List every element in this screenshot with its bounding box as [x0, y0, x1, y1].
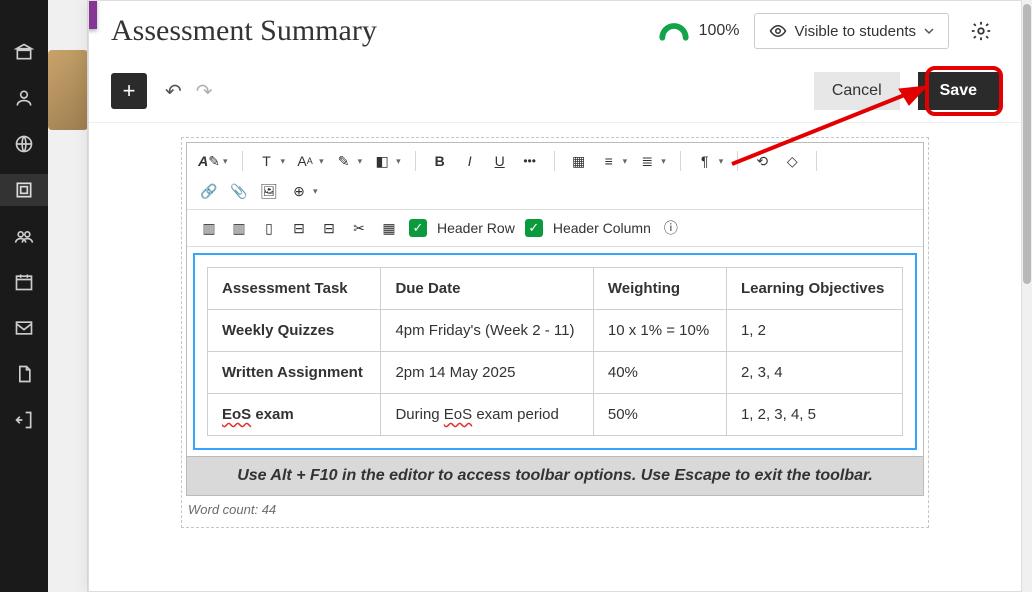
table-row: EoS exam During EoS exam period 50% 1, 2… [208, 394, 903, 436]
nav-documents-icon[interactable] [0, 358, 48, 390]
nav-courses-icon[interactable] [0, 174, 48, 206]
table-info-icon[interactable]: ⓘ [661, 218, 681, 238]
col-header-weighting[interactable]: Weighting [593, 268, 726, 310]
save-button[interactable]: Save [918, 72, 999, 110]
progress-arc-icon [657, 21, 691, 41]
table-props-icon[interactable]: ▦ [379, 218, 399, 238]
nav-groups-icon[interactable] [0, 220, 48, 252]
chevron-down-icon [924, 26, 934, 36]
visibility-label: Visible to students [795, 23, 916, 40]
paragraph-format-icon[interactable]: T [257, 151, 277, 171]
rich-text-editor: A✎▾ T▾ AA▾ ✎▾ ◧▾ B I U ••• ▦ [186, 142, 924, 496]
align-icon[interactable]: ≡ [599, 151, 619, 171]
editor-toolbar-row-2: ▥ ▥ ▯ ⊟ ⊟ ✂ ▦ ✓ Header Row ✓ Header Colu… [187, 210, 923, 247]
row-lo[interactable]: 2, 3, 4 [726, 352, 902, 394]
underlying-page-sliver [48, 0, 88, 592]
undo-button[interactable]: ↶ [165, 79, 182, 104]
paragraph-dir-icon[interactable]: ¶ [695, 151, 715, 171]
insert-plus-icon[interactable]: ⊕ [289, 181, 309, 201]
more-text-icon[interactable]: ••• [520, 151, 540, 171]
insert-table-icon[interactable]: ▦ [569, 151, 589, 171]
visibility-dropdown[interactable]: Visible to students [754, 13, 949, 49]
history-controls: ↶ ↷ [165, 79, 213, 104]
attachment-icon[interactable]: 📎 [229, 181, 249, 201]
table-header-row: Assessment Task Due Date Weighting Learn… [208, 268, 903, 310]
col-header-lo[interactable]: Learning Objectives [726, 268, 902, 310]
nav-profile-icon[interactable] [0, 82, 48, 114]
table-insert-col-left-icon[interactable]: ▥ [199, 218, 219, 238]
text-style-icon[interactable]: A✎ [199, 151, 219, 171]
table-row: Weekly Quizzes 4pm Friday's (Week 2 - 11… [208, 310, 903, 352]
editor-content-area[interactable]: Assessment Task Due Date Weighting Learn… [193, 253, 917, 450]
row-weighting[interactable]: 40% [593, 352, 726, 394]
header-row-label: Header Row [437, 220, 515, 236]
row-task[interactable]: EoS exam [208, 394, 381, 436]
scrollbar-thumb[interactable] [1023, 4, 1031, 284]
left-nav-rail [0, 0, 48, 592]
link-icon[interactable]: 🔗 [199, 181, 219, 201]
row-task[interactable]: Weekly Quizzes [208, 310, 381, 352]
action-bar: + ↶ ↷ Cancel Save [89, 60, 1021, 123]
nav-messages-icon[interactable] [0, 312, 48, 344]
cancel-button[interactable]: Cancel [814, 72, 900, 110]
editor-accessibility-hint: Use Alt + F10 in the editor to access to… [187, 456, 923, 495]
row-due[interactable]: 4pm Friday's (Week 2 - 11) [381, 310, 593, 352]
editor-toolbar-row-1: A✎▾ T▾ AA▾ ✎▾ ◧▾ B I U ••• ▦ [187, 143, 923, 210]
redo-button[interactable]: ↷ [196, 79, 213, 104]
table-insert-col-right-icon[interactable]: ▥ [229, 218, 249, 238]
table-insert-row-below-icon[interactable]: ⊟ [319, 218, 339, 238]
table-insert-row-above-icon[interactable]: ⊟ [289, 218, 309, 238]
nav-globe-icon[interactable] [0, 128, 48, 160]
progress-percent: 100% [699, 22, 740, 40]
table-delete-col-icon[interactable]: ▯ [259, 218, 279, 238]
assessment-table[interactable]: Assessment Task Due Date Weighting Learn… [207, 267, 903, 436]
underlying-thumbnail [48, 50, 88, 130]
panel-header: Assessment Summary 100% Visible to stude… [89, 1, 1021, 60]
list-icon[interactable]: ≣ [637, 151, 657, 171]
word-count: Word count: 44 [186, 496, 924, 527]
image-icon[interactable]: 🖼 [259, 181, 279, 201]
highlight-icon[interactable]: ◧ [372, 151, 392, 171]
text-color-icon[interactable]: ✎ [334, 151, 354, 171]
clear-format-icon[interactable]: ⟲ [752, 151, 772, 171]
row-due[interactable]: During EoS exam period [381, 394, 593, 436]
eye-icon [769, 22, 787, 40]
editor-panel: ✕ Assessment Summary 100% Visible to stu… [88, 0, 1022, 592]
header-column-checkbox[interactable]: ✓ [525, 219, 543, 237]
underline-icon[interactable]: U [490, 151, 510, 171]
table-delete-row-icon[interactable]: ✂ [349, 218, 369, 238]
bold-icon[interactable]: B [430, 151, 450, 171]
eraser-icon[interactable]: ◇ [782, 151, 802, 171]
add-content-button[interactable]: + [111, 73, 147, 109]
progress-indicator: 100% [657, 21, 740, 41]
nav-signout-icon[interactable] [0, 404, 48, 436]
col-header-task[interactable]: Assessment Task [208, 268, 381, 310]
settings-button[interactable] [963, 13, 999, 49]
close-panel-button[interactable]: ✕ [88, 0, 97, 29]
col-header-due[interactable]: Due Date [381, 268, 593, 310]
header-row-checkbox[interactable]: ✓ [409, 219, 427, 237]
nav-institution-icon[interactable] [0, 36, 48, 68]
plus-icon: + [123, 78, 136, 104]
content-dropzone: A✎▾ T▾ AA▾ ✎▾ ◧▾ B I U ••• ▦ [181, 137, 929, 528]
row-weighting[interactable]: 50% [593, 394, 726, 436]
vertical-scrollbar[interactable] [1022, 0, 1032, 592]
row-lo[interactable]: 1, 2, 3, 4, 5 [726, 394, 902, 436]
row-lo[interactable]: 1, 2 [726, 310, 902, 352]
row-task[interactable]: Written Assignment [208, 352, 381, 394]
table-row: Written Assignment 2pm 14 May 2025 40% 2… [208, 352, 903, 394]
font-family-icon[interactable]: AA [295, 151, 315, 171]
italic-icon[interactable]: I [460, 151, 480, 171]
nav-calendar-icon[interactable] [0, 266, 48, 298]
page-title: Assessment Summary [111, 14, 377, 48]
row-due[interactable]: 2pm 14 May 2025 [381, 352, 593, 394]
gear-icon [970, 20, 992, 42]
row-weighting[interactable]: 10 x 1% = 10% [593, 310, 726, 352]
header-column-label: Header Column [553, 220, 651, 236]
